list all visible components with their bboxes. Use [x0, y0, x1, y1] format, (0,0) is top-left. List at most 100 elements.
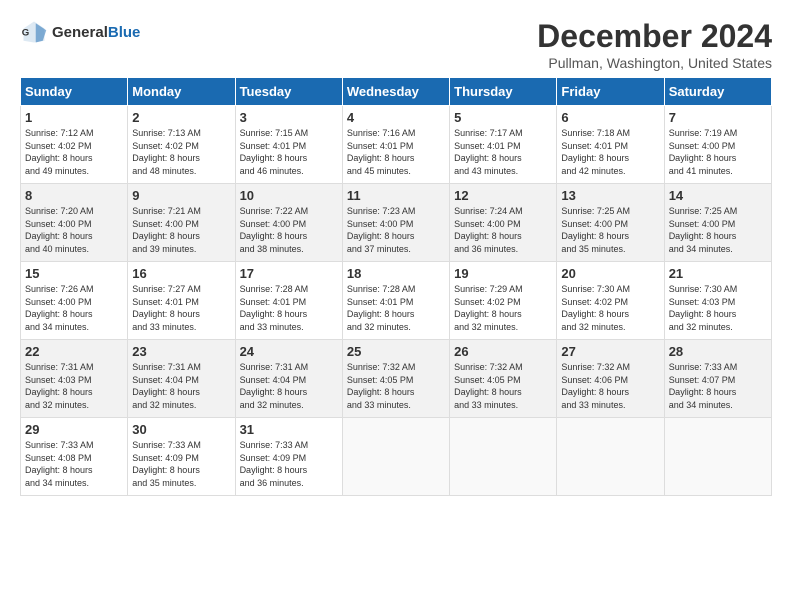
day-info: Sunrise: 7:16 AM Sunset: 4:01 PM Dayligh…: [347, 127, 445, 177]
title-block: December 2024 Pullman, Washington, Unite…: [537, 18, 772, 71]
calendar-cell: 11Sunrise: 7:23 AM Sunset: 4:00 PM Dayli…: [342, 184, 449, 262]
day-info: Sunrise: 7:21 AM Sunset: 4:00 PM Dayligh…: [132, 205, 230, 255]
day-number: 20: [561, 266, 659, 281]
calendar-header: SundayMondayTuesdayWednesdayThursdayFrid…: [21, 78, 772, 106]
logo-general: General: [52, 24, 108, 41]
logo-text: General Blue: [52, 24, 140, 41]
day-info: Sunrise: 7:33 AM Sunset: 4:08 PM Dayligh…: [25, 439, 123, 489]
subtitle: Pullman, Washington, United States: [537, 55, 772, 71]
header-saturday: Saturday: [664, 78, 771, 106]
calendar-cell: 14 Sunrise: 7:25 AM Sunset: 4:00 PM Dayli…: [664, 184, 771, 262]
calendar-cell: 8Sunrise: 7:20 AM Sunset: 4:00 PM Daylig…: [21, 184, 128, 262]
day-info: Sunrise: 7:31 AM Sunset: 4:04 PM Dayligh…: [132, 361, 230, 411]
logo-icon: G: [20, 18, 48, 46]
day-number: 22: [25, 344, 123, 359]
day-number: 6: [561, 110, 659, 125]
day-number: 21: [669, 266, 767, 281]
day-info: Sunrise: 7:12 AM Sunset: 4:02 PM Dayligh…: [25, 127, 123, 177]
calendar-cell: 27 Sunrise: 7:32 AM Sunset: 4:06 PM Dayli…: [557, 340, 664, 418]
calendar-week-2: 8Sunrise: 7:20 AM Sunset: 4:00 PM Daylig…: [21, 184, 772, 262]
day-number: 16: [132, 266, 230, 281]
day-info: Sunrise: 7:25 AM Sunset: 4:00 PM Dayligh…: [669, 205, 767, 255]
day-number: 27: [561, 344, 659, 359]
day-info: Sunrise: 7:17 AM Sunset: 4:01 PM Dayligh…: [454, 127, 552, 177]
day-info: Sunrise: 7:30 AM Sunset: 4:02 PM Dayligh…: [561, 283, 659, 333]
main-title: December 2024: [537, 18, 772, 55]
header-friday: Friday: [557, 78, 664, 106]
calendar-cell: 22 Sunrise: 7:31 AM Sunset: 4:03 PM Dayli…: [21, 340, 128, 418]
day-number: 5: [454, 110, 552, 125]
day-info: Sunrise: 7:32 AM Sunset: 4:05 PM Dayligh…: [347, 361, 445, 411]
day-info: Sunrise: 7:29 AM Sunset: 4:02 PM Dayligh…: [454, 283, 552, 333]
calendar-cell: [342, 418, 449, 496]
day-info: Sunrise: 7:28 AM Sunset: 4:01 PM Dayligh…: [240, 283, 338, 333]
day-number: 30: [132, 422, 230, 437]
day-number: 18: [347, 266, 445, 281]
day-number: 9: [132, 188, 230, 203]
day-info: Sunrise: 7:31 AM Sunset: 4:03 PM Dayligh…: [25, 361, 123, 411]
day-info: Sunrise: 7:15 AM Sunset: 4:01 PM Dayligh…: [240, 127, 338, 177]
header-monday: Monday: [128, 78, 235, 106]
day-info: Sunrise: 7:22 AM Sunset: 4:00 PM Dayligh…: [240, 205, 338, 255]
day-number: 1: [25, 110, 123, 125]
day-number: 19: [454, 266, 552, 281]
day-number: 28: [669, 344, 767, 359]
calendar-cell: 9 Sunrise: 7:21 AM Sunset: 4:00 PM Daylig…: [128, 184, 235, 262]
calendar-cell: 26 Sunrise: 7:32 AM Sunset: 4:05 PM Dayli…: [450, 340, 557, 418]
day-number: 14: [669, 188, 767, 203]
day-info: Sunrise: 7:23 AM Sunset: 4:00 PM Dayligh…: [347, 205, 445, 255]
calendar-cell: 4Sunrise: 7:16 AM Sunset: 4:01 PM Daylig…: [342, 106, 449, 184]
day-info: Sunrise: 7:26 AM Sunset: 4:00 PM Dayligh…: [25, 283, 123, 333]
day-number: 7: [669, 110, 767, 125]
day-info: Sunrise: 7:19 AM Sunset: 4:00 PM Dayligh…: [669, 127, 767, 177]
day-info: Sunrise: 7:32 AM Sunset: 4:06 PM Dayligh…: [561, 361, 659, 411]
day-number: 2: [132, 110, 230, 125]
calendar-cell: 1 Sunrise: 7:12 AM Sunset: 4:02 PM Daylig…: [21, 106, 128, 184]
calendar-cell: 7 Sunrise: 7:19 AM Sunset: 4:00 PM Daylig…: [664, 106, 771, 184]
calendar-cell: 21 Sunrise: 7:30 AM Sunset: 4:03 PM Dayli…: [664, 262, 771, 340]
day-number: 17: [240, 266, 338, 281]
day-number: 29: [25, 422, 123, 437]
header-tuesday: Tuesday: [235, 78, 342, 106]
calendar-cell: 13Sunrise: 7:25 AM Sunset: 4:00 PM Dayli…: [557, 184, 664, 262]
calendar-cell: 16Sunrise: 7:27 AM Sunset: 4:01 PM Dayli…: [128, 262, 235, 340]
calendar-cell: 3 Sunrise: 7:15 AM Sunset: 4:01 PM Daylig…: [235, 106, 342, 184]
calendar-cell: 12 Sunrise: 7:24 AM Sunset: 4:00 PM Dayli…: [450, 184, 557, 262]
day-info: Sunrise: 7:33 AM Sunset: 4:09 PM Dayligh…: [240, 439, 338, 489]
day-number: 24: [240, 344, 338, 359]
calendar-week-5: 29 Sunrise: 7:33 AM Sunset: 4:08 PM Dayli…: [21, 418, 772, 496]
day-number: 13: [561, 188, 659, 203]
calendar-table: SundayMondayTuesdayWednesdayThursdayFrid…: [20, 77, 772, 496]
calendar-cell: [450, 418, 557, 496]
day-number: 8: [25, 188, 123, 203]
calendar-cell: 30 Sunrise: 7:33 AM Sunset: 4:09 PM Dayli…: [128, 418, 235, 496]
day-info: Sunrise: 7:24 AM Sunset: 4:00 PM Dayligh…: [454, 205, 552, 255]
calendar-cell: 10 Sunrise: 7:22 AM Sunset: 4:00 PM Dayli…: [235, 184, 342, 262]
calendar-week-3: 15Sunrise: 7:26 AM Sunset: 4:00 PM Dayli…: [21, 262, 772, 340]
svg-text:G: G: [22, 28, 29, 39]
day-number: 12: [454, 188, 552, 203]
day-number: 3: [240, 110, 338, 125]
day-number: 26: [454, 344, 552, 359]
day-info: Sunrise: 7:30 AM Sunset: 4:03 PM Dayligh…: [669, 283, 767, 333]
calendar-cell: 2Sunrise: 7:13 AM Sunset: 4:02 PM Daylig…: [128, 106, 235, 184]
calendar-cell: 25Sunrise: 7:32 AM Sunset: 4:05 PM Dayli…: [342, 340, 449, 418]
calendar-cell: 15Sunrise: 7:26 AM Sunset: 4:00 PM Dayli…: [21, 262, 128, 340]
header: G General Blue December 2024 Pullman, Wa…: [20, 18, 772, 71]
calendar-cell: [664, 418, 771, 496]
calendar-cell: 19 Sunrise: 7:29 AM Sunset: 4:02 PM Dayli…: [450, 262, 557, 340]
day-number: 10: [240, 188, 338, 203]
calendar-cell: 20 Sunrise: 7:30 AM Sunset: 4:02 PM Dayli…: [557, 262, 664, 340]
header-sunday: Sunday: [21, 78, 128, 106]
calendar-cell: 23 Sunrise: 7:31 AM Sunset: 4:04 PM Dayli…: [128, 340, 235, 418]
calendar-cell: 24 Sunrise: 7:31 AM Sunset: 4:04 PM Dayli…: [235, 340, 342, 418]
header-wednesday: Wednesday: [342, 78, 449, 106]
day-number: 31: [240, 422, 338, 437]
logo: G General Blue: [20, 18, 140, 46]
day-info: Sunrise: 7:33 AM Sunset: 4:07 PM Dayligh…: [669, 361, 767, 411]
day-info: Sunrise: 7:32 AM Sunset: 4:05 PM Dayligh…: [454, 361, 552, 411]
day-number: 23: [132, 344, 230, 359]
calendar-cell: 29 Sunrise: 7:33 AM Sunset: 4:08 PM Dayli…: [21, 418, 128, 496]
day-info: Sunrise: 7:31 AM Sunset: 4:04 PM Dayligh…: [240, 361, 338, 411]
day-info: Sunrise: 7:33 AM Sunset: 4:09 PM Dayligh…: [132, 439, 230, 489]
